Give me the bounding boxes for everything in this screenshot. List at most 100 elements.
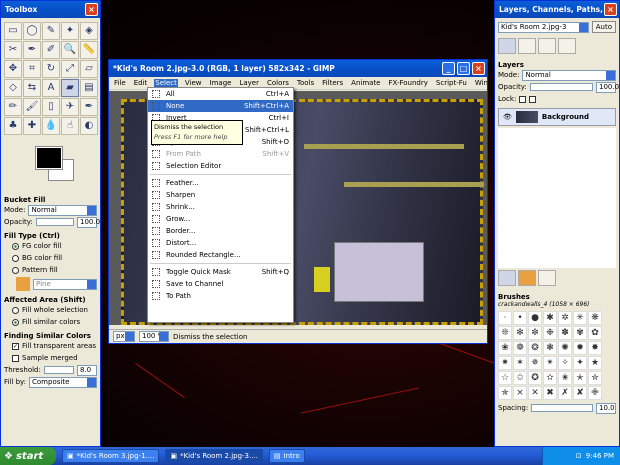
menu-item-toggle-quick-mask[interactable]: Toggle Quick Mask Shift+Q [148, 266, 293, 278]
measure-icon[interactable]: 📏 [80, 41, 98, 59]
fg-fill-radio[interactable] [12, 242, 19, 250]
ellipse-select-icon[interactable]: ◯ [23, 22, 41, 40]
brush-item[interactable]: ❀ [498, 341, 512, 355]
menu-colors[interactable]: Colors [266, 79, 290, 87]
rotate-icon[interactable]: ↻ [42, 60, 60, 78]
start-button[interactable]: ❖ start [0, 447, 56, 465]
menu-item-none[interactable]: None Shift+Ctrl+A [148, 100, 293, 112]
menu-item-from-path[interactable]: From Path Shift+V [148, 148, 293, 160]
brush-item[interactable]: • [513, 311, 527, 325]
bg-fill-radio[interactable] [12, 254, 19, 262]
color-swatches[interactable] [4, 143, 97, 187]
dodge-icon[interactable]: ◐ [80, 117, 98, 135]
menu-item-selection-editor[interactable]: Selection Editor [148, 160, 293, 172]
menu-item-feather[interactable]: Feather... [148, 177, 293, 189]
airbrush-icon[interactable]: ✈ [61, 98, 79, 116]
minimize-icon[interactable]: _ [442, 62, 455, 75]
fill-similar-radio[interactable] [12, 318, 19, 326]
lock-alpha-checkbox[interactable] [529, 95, 537, 103]
brush-item[interactable]: ❉ [543, 326, 557, 340]
color-select-icon[interactable]: ◈ [80, 22, 98, 40]
ink-icon[interactable]: ✒ [80, 98, 98, 116]
menu-windows[interactable]: Windows [474, 79, 487, 87]
brush-item[interactable]: ✶ [513, 356, 527, 370]
brush-item[interactable]: ❃ [543, 341, 557, 355]
smudge-icon[interactable]: ☝ [61, 117, 79, 135]
close-icon[interactable]: × [85, 3, 98, 16]
brush-item[interactable]: ❊ [498, 326, 512, 340]
spacing-spinner[interactable]: 10.0 [596, 402, 616, 414]
clone-icon[interactable]: ♣ [4, 117, 22, 135]
brush-item[interactable]: ✫ [543, 371, 557, 385]
menu-item-shrink[interactable]: Shrink... [148, 201, 293, 213]
zoom-icon[interactable]: 🔍 [61, 41, 79, 59]
brush-item[interactable]: ✧ [558, 356, 572, 370]
eye-icon[interactable]: 👁 [503, 113, 512, 121]
brush-item[interactable]: ✕ [528, 386, 542, 400]
image-combo[interactable]: Kid's Room 2.jpg-3 [498, 21, 589, 33]
text-icon[interactable]: A [42, 79, 60, 97]
layer-opacity-spinner[interactable]: 100.0 [596, 81, 619, 93]
menu-scriptfu[interactable]: Script-Fu [435, 79, 468, 87]
paintbrush-icon[interactable]: 🖌 [23, 98, 41, 116]
eraser-icon[interactable]: ▯ [42, 98, 60, 116]
menu-tools[interactable]: Tools [296, 79, 315, 87]
perspective-icon[interactable]: ◇ [4, 79, 22, 97]
move-icon[interactable]: ✥ [4, 60, 22, 78]
dock-titlebar[interactable]: Layers, Channels, Paths, Undo -... × [495, 1, 619, 18]
brush-item[interactable]: ★ [588, 356, 602, 370]
brush-item[interactable]: · [498, 311, 512, 325]
sample-merged-checkbox[interactable] [12, 354, 19, 362]
shear-icon[interactable]: ▱ [80, 60, 98, 78]
menu-item-distort[interactable]: Distort... [148, 237, 293, 249]
undo-tab-icon[interactable] [558, 38, 576, 54]
brush-item[interactable]: ✴ [543, 356, 557, 370]
menu-view[interactable]: View [184, 79, 203, 87]
brush-item[interactable]: ✙ [588, 386, 602, 400]
free-select-icon[interactable]: ✎ [42, 22, 60, 40]
maximize-icon[interactable]: □ [457, 62, 470, 75]
blend-icon[interactable]: ▤ [80, 79, 98, 97]
menu-file[interactable]: File [113, 79, 127, 87]
brush-item[interactable]: ❁ [513, 341, 527, 355]
menu-item-all[interactable]: All Ctrl+A [148, 88, 293, 100]
menu-fxfoundry[interactable]: FX-Foundry [388, 79, 429, 87]
fill-whole-radio[interactable] [12, 306, 19, 314]
layers-tab-icon[interactable] [498, 38, 516, 54]
brush-item[interactable]: ✮ [588, 371, 602, 385]
brush-item[interactable]: ✦ [573, 356, 587, 370]
brush-item[interactable]: ✩ [513, 371, 527, 385]
lock-pixels-checkbox[interactable] [519, 95, 527, 103]
brush-item[interactable]: ✪ [528, 371, 542, 385]
menu-filters[interactable]: Filters [321, 79, 344, 87]
auto-button[interactable]: Auto [591, 21, 616, 33]
taskbar-item[interactable]: ▤ Intro [268, 449, 305, 463]
crop-icon[interactable]: ⌗ [23, 60, 41, 78]
menu-layer[interactable]: Layer [238, 79, 260, 87]
menu-item-save-to-channel[interactable]: Save to Channel [148, 278, 293, 290]
threshold-spinner[interactable]: 8.0 [77, 364, 97, 376]
pattern-fill-radio[interactable] [12, 266, 19, 274]
color-picker-icon[interactable]: ✐ [42, 41, 60, 59]
brush-item[interactable]: ✯ [498, 386, 512, 400]
scissors-icon[interactable]: ✂ [4, 41, 22, 59]
mode-combo[interactable]: Normal [28, 204, 97, 216]
paths-tab-icon[interactable] [538, 38, 556, 54]
brush-item[interactable]: ✾ [573, 326, 587, 340]
brush-item[interactable]: ✘ [573, 386, 587, 400]
menu-animate[interactable]: Animate [350, 79, 381, 87]
rect-select-icon[interactable]: ▭ [4, 22, 22, 40]
unit-combo[interactable]: px [113, 331, 135, 342]
threshold-slider[interactable] [43, 366, 74, 374]
layer-opacity-slider[interactable] [529, 83, 593, 91]
menu-item-to-path[interactable]: To Path [148, 290, 293, 302]
brush-item[interactable]: ✺ [558, 341, 572, 355]
gradient-tab-icon[interactable] [538, 270, 556, 286]
layers-list-area[interactable] [498, 128, 616, 268]
fill-by-combo[interactable]: Composite [29, 376, 97, 388]
brush-item[interactable]: ✻ [513, 326, 527, 340]
menu-item-grow[interactable]: Grow... [148, 213, 293, 225]
close-icon[interactable]: × [604, 3, 617, 16]
brush-item[interactable]: ✹ [573, 341, 587, 355]
brush-item[interactable]: ✲ [558, 311, 572, 325]
